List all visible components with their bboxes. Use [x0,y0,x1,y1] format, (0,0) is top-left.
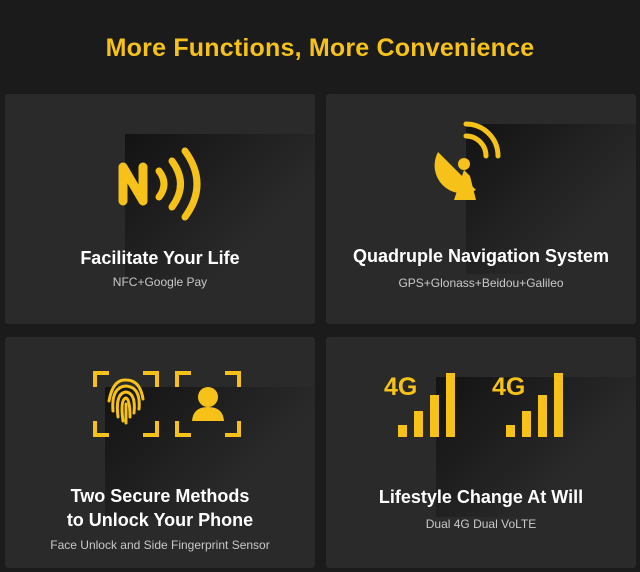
card-title-line-1: Two Secure Methods [70,486,250,506]
face-unlock-icon [175,371,241,437]
signal-bars-icon [398,373,455,437]
satellite-dish-icon [434,121,501,200]
card-subtitle: Face Unlock and Side Fingerprint Sensor [50,538,270,552]
card-title-line-2: to Unlock Your Phone [66,510,254,530]
card-title: Two Secure Methods to Unlock Your Phone [5,484,315,532]
feature-card-nfc: Facilitate Your Life NFC+Google Pay [5,94,315,324]
nfc-icon [118,147,201,221]
card-title: Lifestyle Change At Will [378,487,584,507]
feature-card-unlock: Two Secure Methods to Unlock Your Phone … [5,337,315,568]
signal-4g-icon-1: 4G [384,373,468,439]
card-subtitle: Dual 4G Dual VoLTE [425,517,537,531]
signal-4g-icon-2: 4G [492,373,576,439]
fingerprint-icon [93,371,159,437]
card-title: Quadruple Navigation System [352,246,610,266]
feature-card-navigation: Quadruple Navigation System GPS+Glonass+… [326,94,636,324]
card-subtitle: GPS+Glonass+Beidou+Galileo [398,276,564,290]
signal-bars-icon [506,373,563,437]
card-subtitle: NFC+Google Pay [112,275,208,289]
card-title: Facilitate Your Life [80,248,240,268]
feature-card-4g: 4G 4G Lifestyle Change At Will Dual 4G D… [326,337,636,568]
page-headline: More Functions, More Convenience [105,34,535,62]
